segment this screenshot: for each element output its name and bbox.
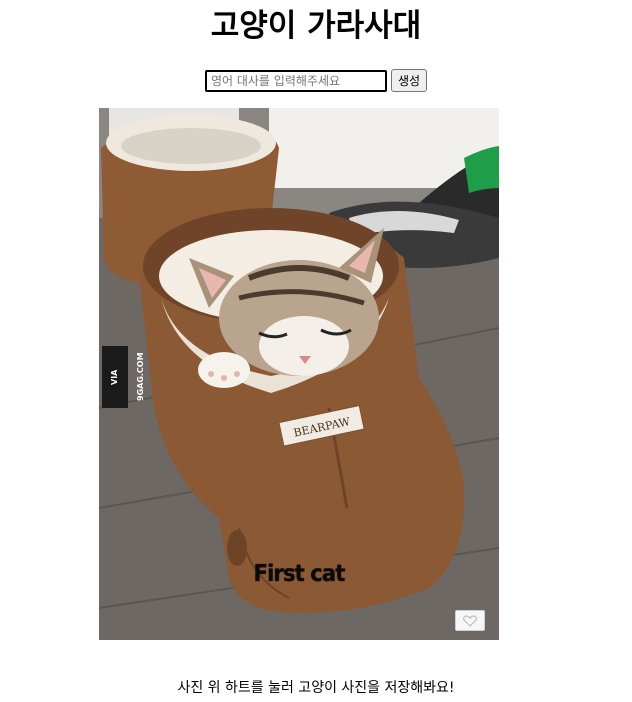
generate-button[interactable]: 생성 (390, 69, 428, 92)
caption-form: 생성 (0, 69, 632, 92)
meme-caption: First cat (253, 561, 346, 587)
like-button[interactable] (455, 610, 485, 631)
cat-says-app: 고양이 가라사대 생성 (0, 0, 632, 702)
heart-outline-icon (463, 614, 477, 627)
footer-hint: 사진 위 하트를 눌러 고양이 사진을 저장해봐요! (177, 680, 455, 696)
watermark: VIA 9GAG.COM (102, 346, 145, 408)
cat-photo-card: BEARPAW VIA 9GAG.COM First cat (99, 108, 499, 640)
page-title: 고양이 가라사대 (210, 8, 422, 44)
caption-input[interactable] (204, 69, 387, 92)
